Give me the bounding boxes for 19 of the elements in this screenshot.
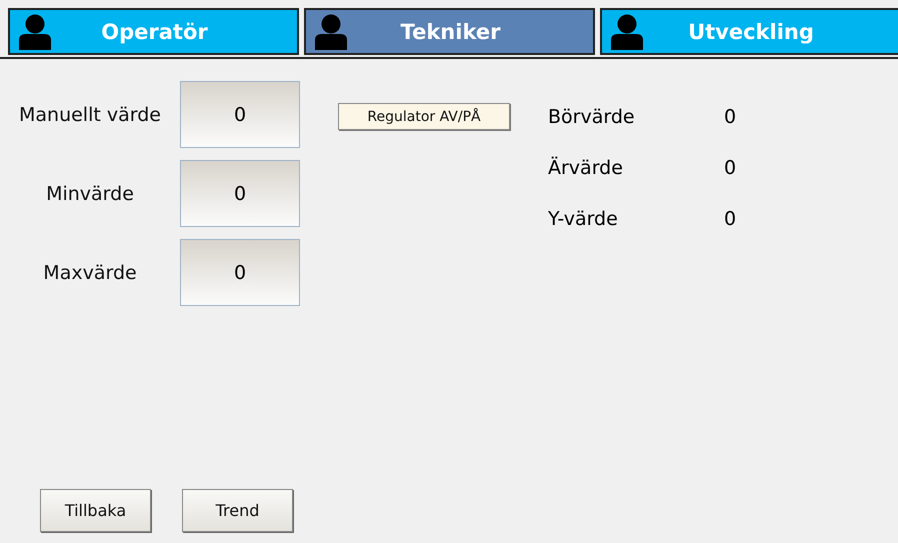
input-field[interactable]: 0 [180, 160, 300, 227]
readout-label: Ärvärde [548, 157, 624, 179]
user-icon [610, 14, 644, 50]
user-tab[interactable]: Tekniker [304, 8, 595, 55]
field-label: Manuellt värde [18, 104, 162, 126]
readout-value: 0 [724, 157, 736, 179]
user-icon [18, 14, 52, 50]
readout-value: 0 [724, 208, 736, 230]
field-label: Maxvärde [42, 262, 138, 284]
nav-button[interactable]: Trend [182, 489, 293, 532]
field-label: Minvärde [45, 182, 135, 204]
user-icon [314, 14, 348, 50]
readout-label: Börvärde [548, 106, 636, 128]
input-field[interactable]: 0 [180, 239, 300, 306]
readout-label: Y-värde [548, 208, 619, 230]
input-field[interactable]: 0 [180, 81, 300, 148]
regulator-toggle-button[interactable]: Regulator AV/PÅ [338, 103, 510, 130]
nav-button[interactable]: Tillbaka [40, 489, 151, 532]
readout-value: 0 [724, 106, 736, 128]
